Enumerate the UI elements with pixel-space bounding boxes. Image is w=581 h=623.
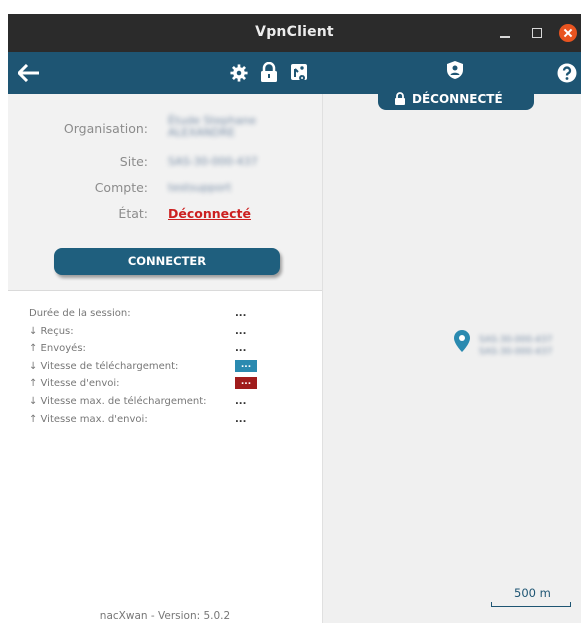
shield-user-icon[interactable] xyxy=(446,60,464,80)
stat-upload-speed: ↑ Vitesse d'envoi: ... xyxy=(29,377,309,394)
version-label: nacXwan - Version: 5.0.2 xyxy=(99,610,231,622)
route-icon[interactable] xyxy=(290,63,308,81)
connection-info: Organisation: Étude Stephane ALEXANDRE Si… xyxy=(8,94,322,291)
stat-session-duration: Durée de la session: ... xyxy=(29,308,309,324)
info-row-site: Site: SAS-30-000-437 xyxy=(8,154,322,174)
stat-value: ... xyxy=(235,414,247,425)
stat-value: ... xyxy=(235,326,247,337)
pin-label-redacted: SAS-30-000-437 SAS-30-000-437 xyxy=(479,335,553,357)
state-label: État: xyxy=(118,206,148,221)
account-label: Compte: xyxy=(94,180,148,195)
stat-label: ↑ Envoyés: xyxy=(29,343,86,354)
stat-label: ↑ Vitesse d'envoi: xyxy=(29,378,120,389)
info-row-account: Compte: testsupport xyxy=(8,180,322,200)
stat-max-upload-speed: ↑ Vitesse max. d'envoi: ... xyxy=(29,414,309,430)
info-row-organisation: Organisation: Étude Stephane ALEXANDRE xyxy=(8,115,322,141)
status-tab-label: DÉCONNECTÉ xyxy=(412,92,503,106)
lock-icon xyxy=(395,92,405,105)
stat-label: ↓ Vitesse max. de téléchargement: xyxy=(29,396,207,407)
organisation-label: Organisation: xyxy=(63,121,148,136)
maximize-button[interactable] xyxy=(527,23,547,43)
stat-sent: ↑ Envoyés: ... xyxy=(29,343,309,359)
stat-value: ... xyxy=(235,343,247,354)
state-value: Déconnecté xyxy=(168,206,251,221)
left-panel: Organisation: Étude Stephane ALEXANDRE Si… xyxy=(8,94,323,623)
stat-label: ↓ Reçus: xyxy=(29,326,74,337)
stat-label: ↑ Vitesse max. d'envoi: xyxy=(29,414,148,425)
lock-icon[interactable] xyxy=(260,62,278,82)
map-scale-bar xyxy=(491,602,571,607)
stat-label: Durée de la session: xyxy=(29,308,131,319)
connect-button[interactable]: CONNECTER xyxy=(54,248,280,275)
stat-received: ↓ Reçus: ... xyxy=(29,326,309,342)
map-scale-label: 500 m xyxy=(514,586,551,600)
vpn-client-window: VpnClient DÉCONNECTÉ Organisation: Étude… xyxy=(0,0,581,623)
help-icon[interactable] xyxy=(557,63,577,83)
gear-icon[interactable] xyxy=(230,64,248,82)
stat-download-speed: ↓ Vitesse de téléchargement: ... xyxy=(29,360,309,377)
connection-status-tab: DÉCONNECTÉ xyxy=(378,88,534,110)
location-pin-icon[interactable] xyxy=(454,330,470,352)
minimize-button[interactable] xyxy=(495,23,515,43)
stat-value: ... xyxy=(235,396,247,407)
site-label: Site: xyxy=(119,154,148,169)
account-value-redacted: testsupport xyxy=(168,181,232,194)
back-arrow-icon[interactable] xyxy=(18,64,40,82)
download-speed-badge: ... xyxy=(235,360,257,372)
title-bar: VpnClient xyxy=(8,14,581,52)
map-view[interactable]: SAS-30-000-437 SAS-30-000-437 500 m xyxy=(323,94,581,623)
stat-max-download-speed: ↓ Vitesse max. de téléchargement: ... xyxy=(29,396,309,412)
info-row-state: État: Déconnecté xyxy=(8,206,322,226)
organisation-value-redacted: Étude Stephane ALEXANDRE xyxy=(168,114,256,139)
stat-value: ... xyxy=(235,308,247,319)
close-button[interactable] xyxy=(559,24,577,42)
upload-speed-badge: ... xyxy=(235,377,257,389)
site-value-redacted: SAS-30-000-437 xyxy=(168,155,258,168)
stat-label: ↓ Vitesse de téléchargement: xyxy=(29,361,179,372)
